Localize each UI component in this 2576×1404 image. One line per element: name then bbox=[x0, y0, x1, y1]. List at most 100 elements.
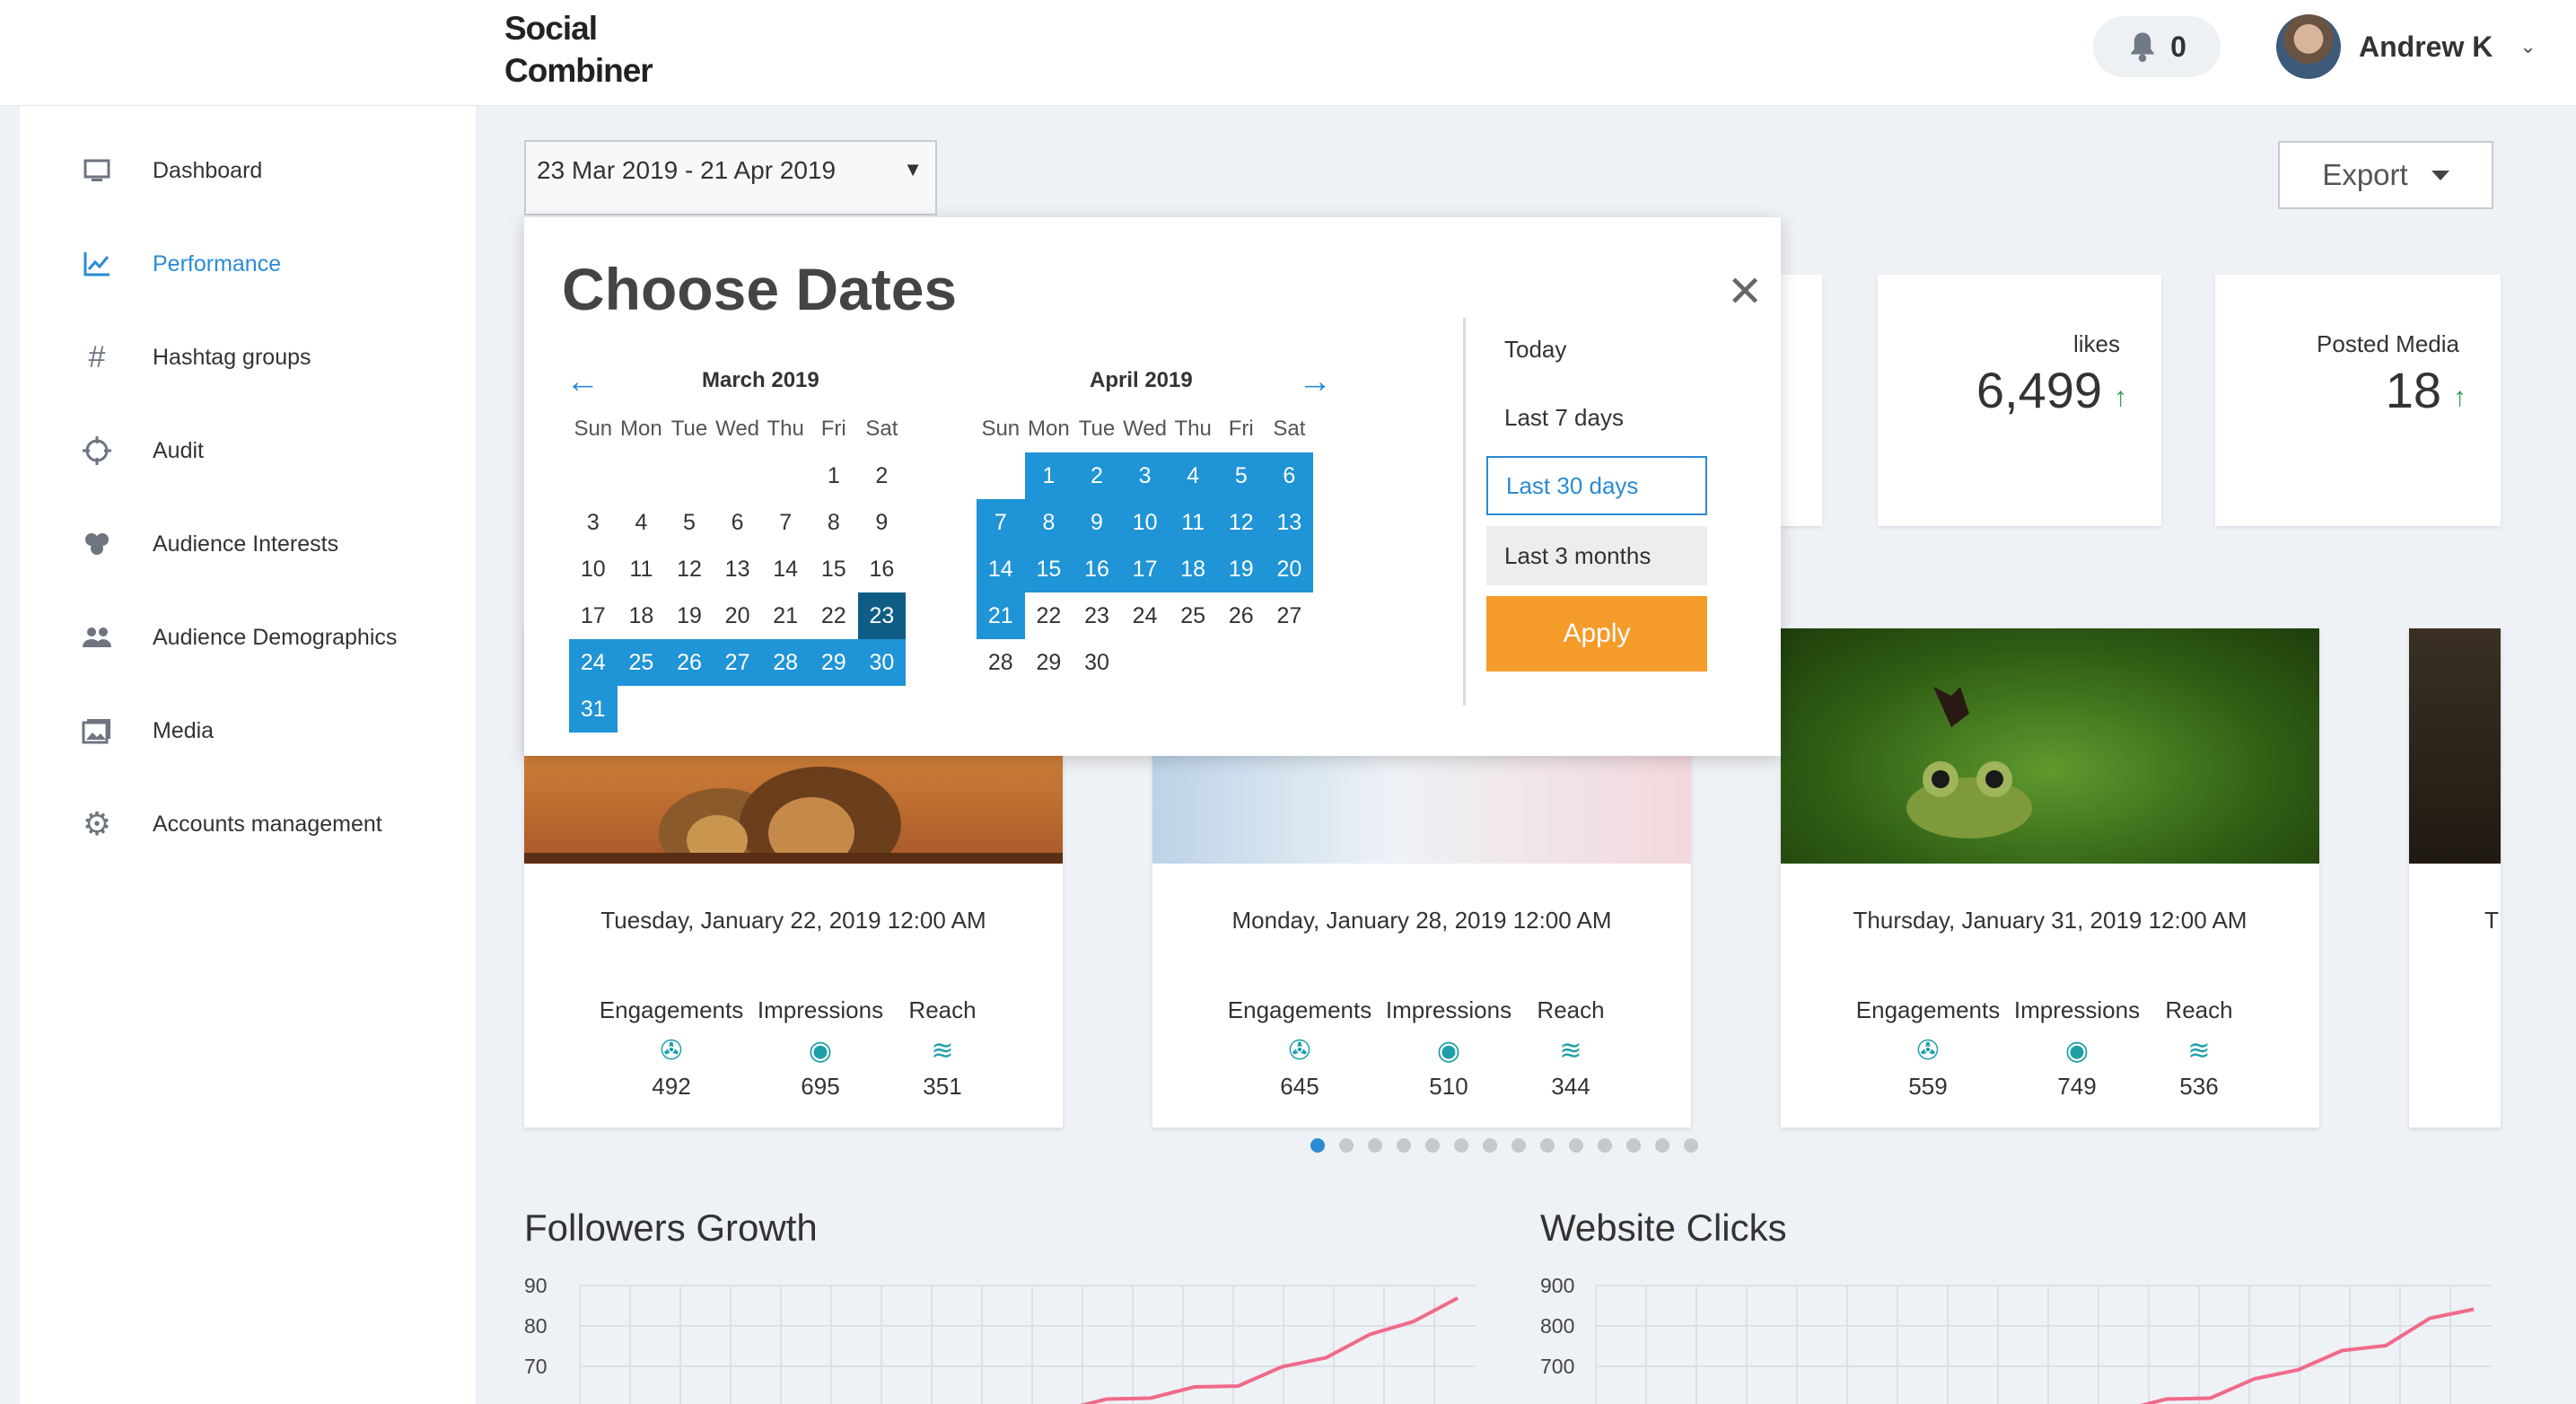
calendar-day[interactable]: 13 bbox=[714, 546, 762, 592]
calendar-day[interactable]: 1 bbox=[1024, 452, 1073, 499]
calendar-day[interactable]: 19 bbox=[1216, 546, 1266, 592]
calendar-day[interactable]: 7 bbox=[977, 499, 1025, 546]
calendar-day[interactable]: 4 bbox=[618, 499, 666, 546]
carousel-dot[interactable] bbox=[1368, 1138, 1382, 1153]
calendar-day[interactable]: 26 bbox=[665, 639, 714, 686]
sidebar-item-performance[interactable]: Performance bbox=[81, 237, 281, 291]
calendar-day[interactable]: 25 bbox=[617, 639, 666, 686]
calendar-day[interactable]: 17 bbox=[1120, 546, 1170, 592]
calendar-day[interactable]: 30 bbox=[857, 639, 907, 686]
range-option-today[interactable]: Today bbox=[1486, 320, 1707, 379]
calendar-day[interactable]: 28 bbox=[977, 639, 1025, 686]
calendar-day[interactable]: 18 bbox=[1169, 546, 1217, 592]
calendar-day[interactable]: 26 bbox=[1217, 592, 1266, 639]
apply-button[interactable]: Apply bbox=[1486, 596, 1707, 671]
calendar-day[interactable]: 10 bbox=[569, 546, 618, 592]
range-option-last-3-months[interactable]: Last 3 months bbox=[1486, 526, 1707, 585]
calendar-day[interactable]: 9 bbox=[1073, 499, 1121, 546]
carousel-dot[interactable] bbox=[1483, 1138, 1497, 1153]
carousel-dot[interactable] bbox=[1425, 1138, 1440, 1153]
calendar-day[interactable]: 23 bbox=[857, 592, 907, 639]
calendar-day[interactable]: 5 bbox=[1216, 452, 1266, 499]
calendar-day[interactable]: 2 bbox=[858, 452, 907, 499]
calendar-day[interactable]: 1 bbox=[810, 452, 858, 499]
date-range-select[interactable]: 23 Mar 2019 - 21 Apr 2019 ▼ bbox=[524, 140, 937, 215]
sidebar-item-audience-demographics[interactable]: Audience Demographics bbox=[81, 610, 397, 664]
calendar-day[interactable]: 14 bbox=[977, 546, 1025, 592]
calendar-day[interactable]: 20 bbox=[714, 592, 762, 639]
calendar-day[interactable]: 6 bbox=[1265, 452, 1314, 499]
calendar-day[interactable]: 28 bbox=[761, 639, 810, 686]
calendar-day[interactable]: 7 bbox=[761, 499, 810, 546]
calendar-day[interactable]: 12 bbox=[665, 546, 714, 592]
calendar-day[interactable]: 8 bbox=[810, 499, 858, 546]
calendar-day[interactable]: 31 bbox=[569, 686, 618, 733]
calendar-day[interactable]: 22 bbox=[810, 592, 858, 639]
sidebar-item-dashboard[interactable]: Dashboard bbox=[81, 144, 262, 197]
calendar-day[interactable]: 3 bbox=[569, 499, 618, 546]
calendar-day[interactable]: 11 bbox=[1169, 499, 1217, 546]
range-option-last-7-days[interactable]: Last 7 days bbox=[1486, 388, 1707, 447]
calendar-day[interactable]: 21 bbox=[977, 592, 1025, 639]
sidebar-item-audit[interactable]: Audit bbox=[81, 424, 204, 478]
sidebar-item-media[interactable]: Media bbox=[81, 704, 214, 758]
calendar-day[interactable]: 27 bbox=[1266, 592, 1314, 639]
calendar-day[interactable]: 16 bbox=[1073, 546, 1121, 592]
sidebar-item-accounts-management[interactable]: ⚙ Accounts management bbox=[81, 797, 382, 851]
calendar-day[interactable]: 8 bbox=[1024, 499, 1073, 546]
calendar-day[interactable]: 21 bbox=[761, 592, 810, 639]
carousel-dot[interactable] bbox=[1540, 1138, 1555, 1153]
calendar-day[interactable]: 29 bbox=[809, 639, 858, 686]
app-logo[interactable]: Social Combiner bbox=[504, 7, 653, 92]
calendar-day[interactable]: 2 bbox=[1073, 452, 1121, 499]
post-card-partial[interactable]: Tı bbox=[2409, 628, 2501, 1128]
aperture-icon: ✇ bbox=[1916, 1036, 1940, 1066]
calendar-day[interactable]: 16 bbox=[858, 546, 907, 592]
arrow-left-icon[interactable]: ← bbox=[565, 363, 600, 401]
post-card[interactable]: Thursday, January 31, 2019 12:00 AM Enga… bbox=[1781, 628, 2319, 1128]
chevron-down-icon: ⌄ bbox=[2519, 35, 2537, 57]
calendar-day[interactable]: 30 bbox=[1073, 639, 1121, 686]
calendar-day[interactable]: 25 bbox=[1169, 592, 1217, 639]
user-menu[interactable]: Andrew K ⌄ bbox=[2276, 14, 2537, 79]
carousel-dot[interactable] bbox=[1626, 1138, 1641, 1153]
calendar-day[interactable]: 24 bbox=[1121, 592, 1170, 639]
calendar-day[interactable]: 15 bbox=[810, 546, 858, 592]
calendar-day[interactable]: 23 bbox=[1073, 592, 1121, 639]
calendar-day[interactable]: 12 bbox=[1216, 499, 1266, 546]
calendar-day[interactable]: 20 bbox=[1265, 546, 1314, 592]
carousel-dot[interactable] bbox=[1454, 1138, 1468, 1153]
calendar-day[interactable]: 13 bbox=[1265, 499, 1314, 546]
notifications-button[interactable]: 0 bbox=[2093, 16, 2221, 77]
carousel-dot[interactable] bbox=[1310, 1138, 1325, 1153]
carousel-dot[interactable] bbox=[1598, 1138, 1612, 1153]
calendar-day[interactable]: 22 bbox=[1025, 592, 1073, 639]
calendar-day[interactable]: 3 bbox=[1120, 452, 1170, 499]
calendar-day[interactable]: 14 bbox=[761, 546, 810, 592]
calendar-day[interactable]: 29 bbox=[1025, 639, 1073, 686]
carousel-dot[interactable] bbox=[1684, 1138, 1698, 1153]
calendar-day[interactable]: 5 bbox=[665, 499, 714, 546]
close-icon[interactable]: ✕ bbox=[1727, 271, 1763, 314]
range-option-last-30-days[interactable]: Last 30 days bbox=[1486, 456, 1707, 515]
calendar-day[interactable]: 10 bbox=[1120, 499, 1170, 546]
sidebar-item-audience-interests[interactable]: Audience Interests bbox=[81, 517, 338, 571]
calendar-day[interactable]: 15 bbox=[1024, 546, 1073, 592]
calendar-day[interactable]: 9 bbox=[858, 499, 907, 546]
carousel-dot[interactable] bbox=[1339, 1138, 1354, 1153]
calendar-day[interactable]: 24 bbox=[569, 639, 618, 686]
calendar-day[interactable]: 6 bbox=[714, 499, 762, 546]
calendar-day[interactable]: 19 bbox=[665, 592, 714, 639]
arrow-right-icon[interactable]: → bbox=[1298, 363, 1332, 401]
calendar-day[interactable]: 11 bbox=[618, 546, 666, 592]
calendar-day[interactable]: 27 bbox=[713, 639, 762, 686]
calendar-day[interactable]: 17 bbox=[569, 592, 618, 639]
carousel-dot[interactable] bbox=[1511, 1138, 1526, 1153]
calendar-day[interactable]: 4 bbox=[1169, 452, 1217, 499]
export-button[interactable]: Export bbox=[2278, 141, 2493, 209]
carousel-dot[interactable] bbox=[1655, 1138, 1669, 1153]
carousel-dot[interactable] bbox=[1397, 1138, 1411, 1153]
sidebar-item-hashtag-groups[interactable]: # Hashtag groups bbox=[81, 330, 311, 384]
carousel-dot[interactable] bbox=[1569, 1138, 1583, 1153]
calendar-day[interactable]: 18 bbox=[618, 592, 666, 639]
